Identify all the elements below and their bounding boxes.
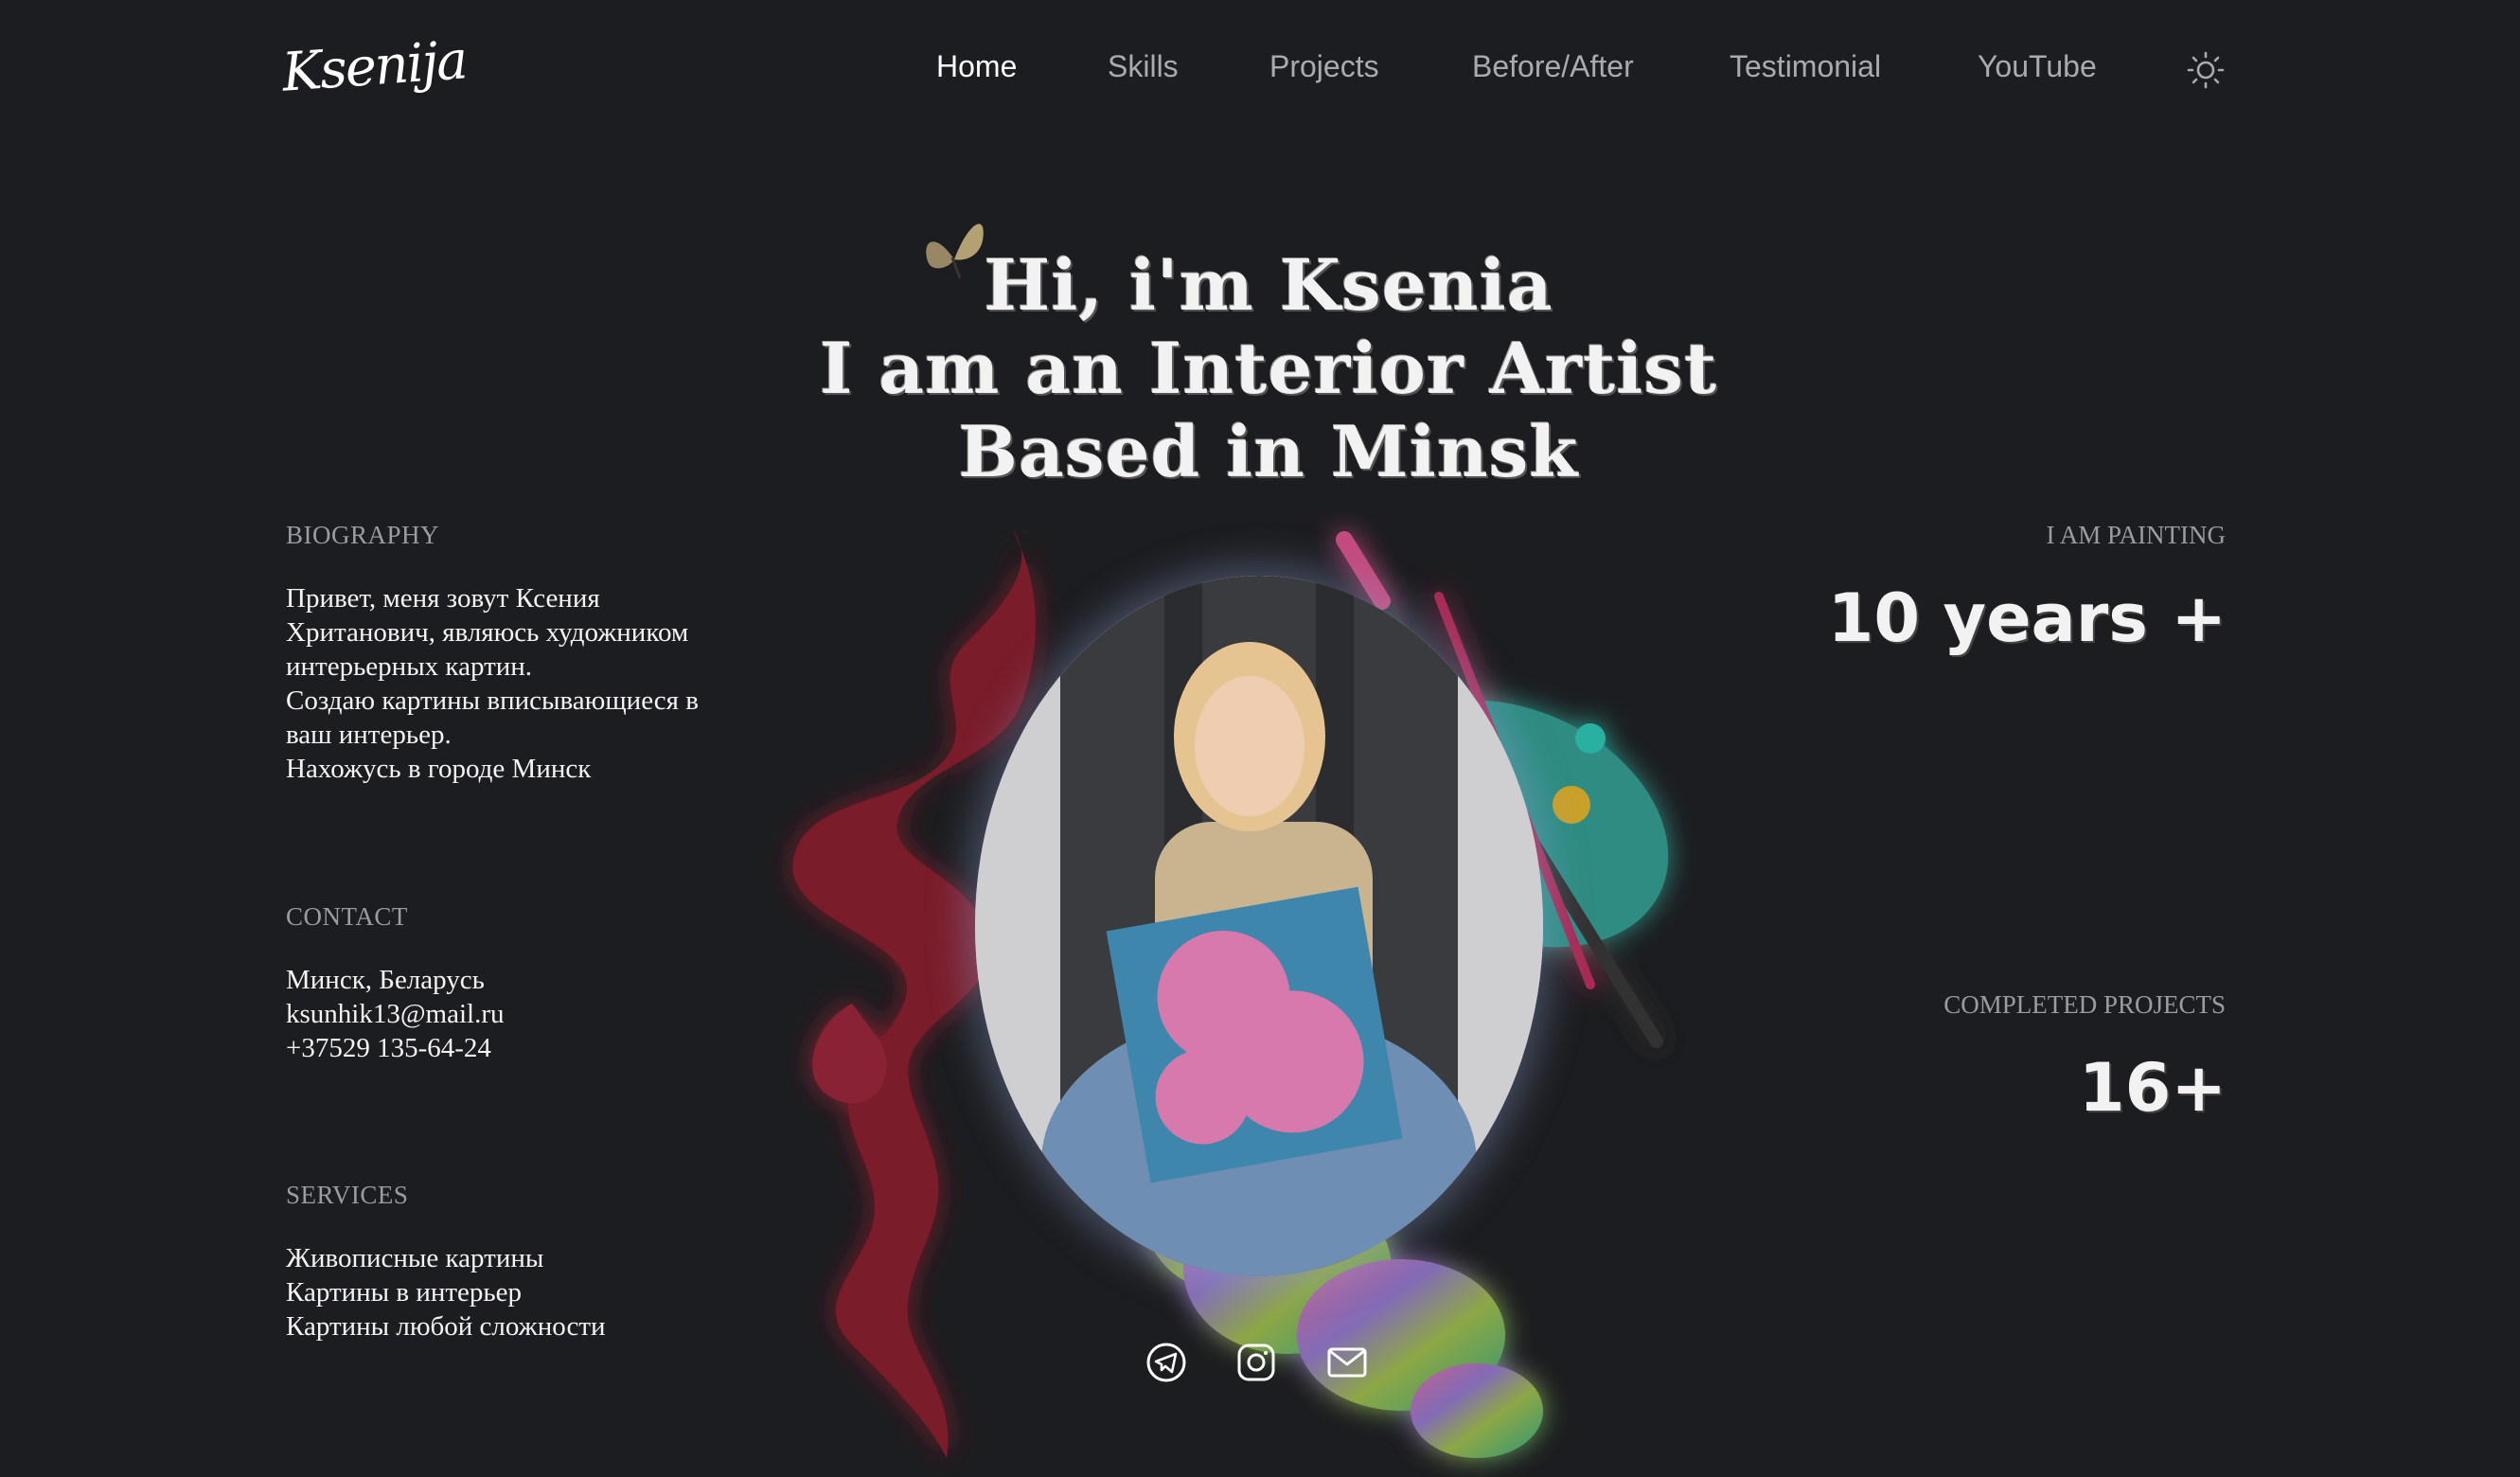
main-nav: Home Skills Projects Before/After Testim… (0, 49, 2520, 97)
projects-count: 16+ (2078, 1049, 2227, 1127)
biography-text: Привет, меня зовут Ксения Хританович, яв… (286, 581, 699, 786)
service-item: Картины любой сложности (286, 1311, 606, 1342)
nav-testimonial[interactable]: Testimonial (1730, 49, 1881, 84)
sun-icon[interactable] (2187, 51, 2225, 89)
painting-label: I AM PAINTING (2046, 521, 2226, 549)
contact-email[interactable]: ksunhik13@mail.ru (286, 997, 505, 1031)
nav-skills[interactable]: Skills (1108, 49, 1179, 84)
hero-title: Hi, i'm Ksenia I am an Interior Artist B… (795, 244, 1742, 494)
biography-line: Создаю картины вписывающиеся в (286, 685, 699, 716)
projects-label: COMPLETED PROJECTS (1943, 990, 2226, 1019)
biography-line: ваш интерьер. (286, 720, 452, 750)
biography-line: интерьерных картин. (286, 651, 533, 682)
telegram-icon[interactable] (1145, 1341, 1188, 1384)
services-list: Живописные картины Картины в интерьер Ка… (286, 1241, 606, 1344)
service-item: Живописные картины (286, 1243, 544, 1273)
nav-home[interactable]: Home (936, 49, 1017, 84)
nav-youtube[interactable]: YouTube (1978, 49, 2097, 84)
contact-info: Минск, Беларусь ksunhik13@mail.ru +37529… (286, 963, 505, 1065)
biography-label: BIOGRAPHY (286, 521, 440, 549)
contact-label: CONTACT (286, 902, 408, 931)
services-label: SERVICES (286, 1181, 409, 1209)
portrait-image (975, 576, 1543, 1276)
contact-city: Минск, Беларусь (286, 965, 485, 995)
contact-phone[interactable]: +37529 135-64-24 (286, 1031, 505, 1065)
instagram-icon[interactable] (1234, 1341, 1278, 1384)
nav-projects[interactable]: Projects (1269, 49, 1379, 84)
portrait-photo (975, 576, 1543, 1276)
hero-line-3: Based in Minsk (958, 412, 1579, 493)
biography-line: Хританович, являюсь художником (286, 617, 689, 648)
service-item: Картины в интерьер (286, 1277, 523, 1308)
hero-line-1: Hi, i'm Ksenia (984, 245, 1553, 327)
hero-line-2: I am an Interior Artist (819, 329, 1718, 410)
mail-icon[interactable] (1325, 1341, 1369, 1384)
biography-line: Нахожусь в городе Минск (286, 754, 592, 784)
nav-before-after[interactable]: Before/After (1472, 49, 1634, 84)
biography-line: Привет, меня зовут Ксения (286, 583, 600, 614)
